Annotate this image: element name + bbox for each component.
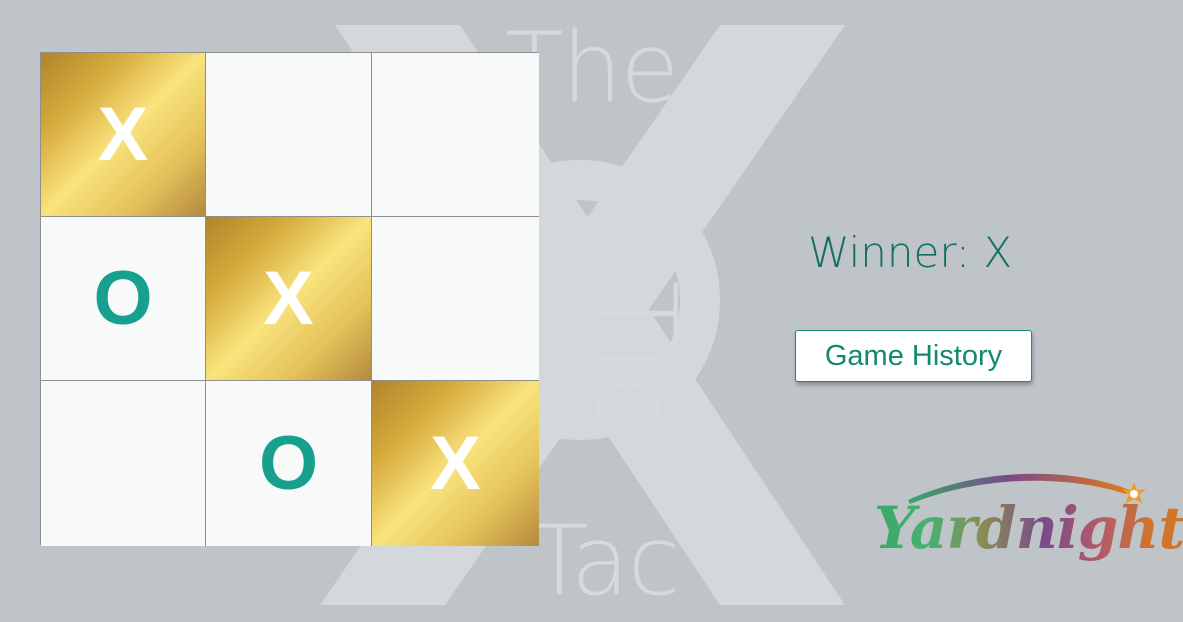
yardnight-logo: Yardnight: [868, 468, 1183, 578]
watermark-tic: Tic: [572, 280, 700, 435]
board-cell[interactable]: O: [41, 217, 206, 381]
board-cell[interactable]: [372, 53, 539, 217]
board-cell[interactable]: X: [41, 53, 206, 217]
winner-status: Winner: X: [808, 228, 1013, 277]
board-cell[interactable]: [372, 217, 539, 381]
board-cell[interactable]: O: [206, 381, 372, 546]
board-cell[interactable]: X: [372, 381, 539, 546]
logo-wordmark: Yardnight: [874, 494, 1183, 562]
board-cell[interactable]: [206, 53, 372, 217]
board-cell[interactable]: [41, 381, 206, 546]
game-board: X O X O X: [40, 52, 539, 546]
board-cell[interactable]: X: [206, 217, 372, 381]
watermark-tac: Tac: [530, 505, 680, 617]
game-history-button[interactable]: Game History: [795, 330, 1032, 382]
